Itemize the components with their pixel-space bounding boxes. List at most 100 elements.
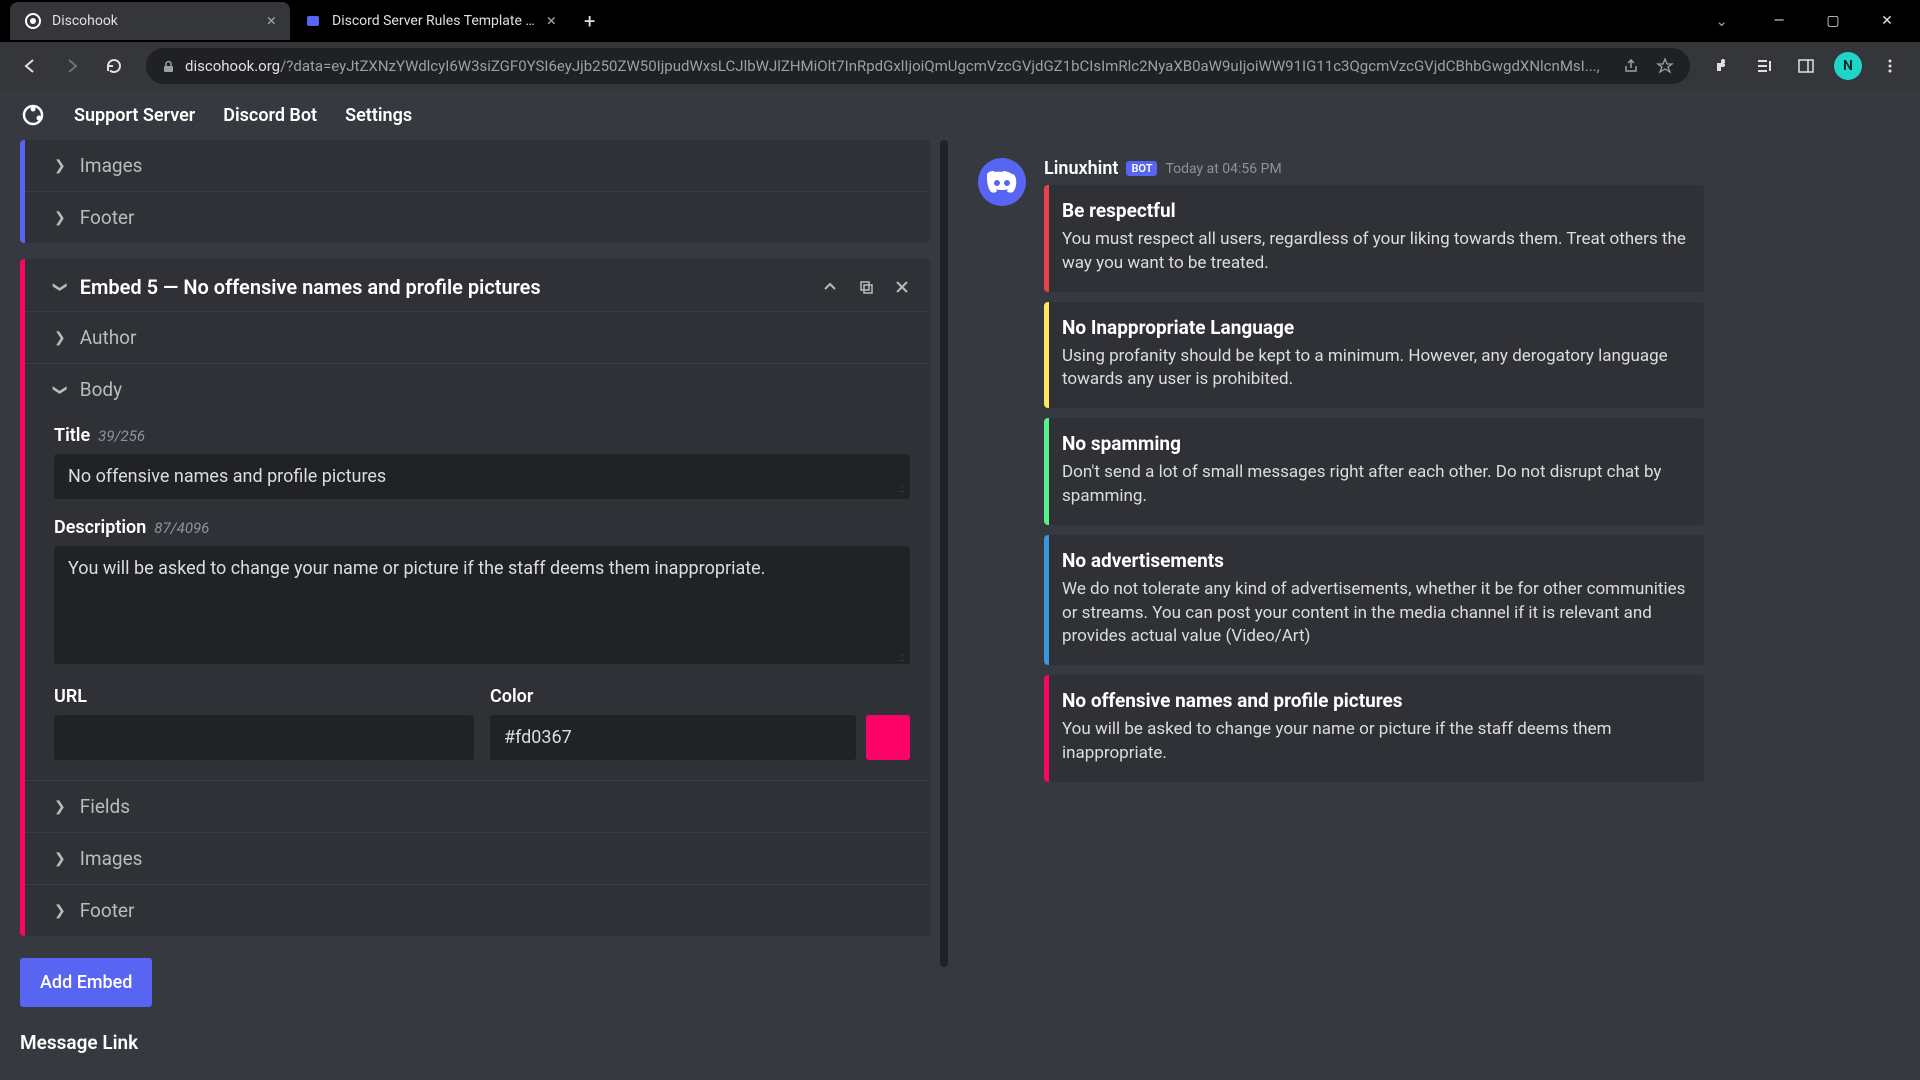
share-icon[interactable]	[1622, 57, 1640, 75]
close-icon[interactable]: ×	[547, 11, 556, 31]
bot-badge: BOT	[1126, 161, 1157, 176]
preview-embed: No Inappropriate Language Using profanit…	[1044, 302, 1704, 409]
chevron-right-icon: ❯	[54, 330, 66, 346]
extensions-icon[interactable]	[1704, 48, 1740, 84]
chevron-right-icon: ❯	[54, 799, 66, 815]
preview-message: Linuxhint BOT Today at 04:56 PM Be respe…	[978, 158, 1892, 792]
embed-desc: You must respect all users, regardless o…	[1062, 228, 1686, 276]
section-author[interactable]: ❯ Author	[20, 311, 930, 364]
maximize-button[interactable]: ▢	[1810, 4, 1856, 38]
section-images[interactable]: ❯ Images	[20, 140, 930, 192]
preview-embed: No advertisements We do not tolerate any…	[1044, 535, 1704, 665]
tab-title: Discord Server Rules Template | D	[332, 13, 537, 29]
collapse-icon[interactable]	[822, 279, 838, 295]
message-link-label: Message Link	[20, 1031, 930, 1054]
url-label: URL	[54, 686, 87, 707]
embed-block-prev: ❯ Images ❯ Footer	[20, 140, 930, 243]
chevron-right-icon: ❯	[54, 851, 66, 867]
lock-icon	[162, 60, 175, 73]
embed-desc: Don't send a lot of small messages right…	[1062, 461, 1686, 509]
url-text: discohook.org/?data=eyJtZXNzYWdlcyI6W3si…	[185, 57, 1612, 75]
title-count: 39/256	[98, 427, 145, 445]
color-swatch[interactable]	[866, 715, 910, 760]
embed-title: No Inappropriate Language	[1062, 316, 1686, 339]
color-input[interactable]	[490, 715, 856, 760]
discohook-logo-icon[interactable]	[20, 102, 46, 128]
description-count: 87/4096	[154, 519, 209, 537]
chevron-right-icon: ❯	[54, 158, 66, 174]
preview-header: Linuxhint BOT Today at 04:56 PM	[1044, 158, 1892, 179]
url-color-row: URL Color	[54, 686, 910, 760]
browser-tab[interactable]: Discord Server Rules Template | D ×	[290, 2, 570, 40]
color-label: Color	[490, 686, 533, 707]
preview-panel: Linuxhint BOT Today at 04:56 PM Be respe…	[950, 140, 1920, 1080]
body-toggle[interactable]: ❯ Body	[54, 364, 910, 415]
reading-list-icon[interactable]	[1746, 48, 1782, 84]
side-panel-icon[interactable]	[1788, 48, 1824, 84]
embed-desc: You will be asked to change your name or…	[1062, 718, 1686, 766]
app-header: Support Server Discord Bot Settings	[0, 90, 1920, 140]
embed-desc: We do not tolerate any kind of advertise…	[1062, 578, 1686, 649]
embed-header-title: Embed 5 — No offensive names and profile…	[80, 275, 822, 299]
menu-icon[interactable]	[1872, 48, 1908, 84]
embed-block-5: ❯ Embed 5 — No offensive names and profi…	[20, 259, 930, 936]
nav-support-server[interactable]: Support Server	[74, 105, 195, 126]
tab-title: Discohook	[52, 13, 257, 29]
embed-header-actions	[822, 279, 910, 295]
chevron-down-icon[interactable]: ❯	[52, 281, 68, 293]
preview-embed: No spamming Don't send a lot of small me…	[1044, 418, 1704, 525]
add-embed-button[interactable]: Add Embed	[20, 958, 152, 1007]
window-controls: ⌄ — ▢ ✕	[1715, 4, 1920, 38]
close-window-button[interactable]: ✕	[1864, 4, 1910, 38]
title-input[interactable]	[54, 454, 910, 499]
description-input[interactable]	[54, 546, 910, 664]
embed-header: ❯ Embed 5 — No offensive names and profi…	[20, 259, 930, 311]
chevron-right-icon: ❯	[54, 210, 66, 226]
embed-desc: Using profanity should be kept to a mini…	[1062, 345, 1686, 393]
browser-tab-active[interactable]: Discohook ×	[10, 2, 290, 40]
address-bar-row: discohook.org/?data=eyJtZXNzYWdlcyI6W3si…	[0, 42, 1920, 90]
description-label: Description	[54, 517, 146, 538]
embed-title: Be respectful	[1062, 199, 1686, 222]
new-tab-button[interactable]: +	[570, 9, 609, 33]
discord-favicon-icon	[304, 12, 322, 30]
minimize-button[interactable]: —	[1756, 4, 1802, 38]
back-button[interactable]	[12, 48, 48, 84]
section-footer[interactable]: ❯ Footer	[20, 192, 930, 243]
embed-title: No offensive names and profile pictures	[1062, 689, 1686, 712]
chevron-down-icon[interactable]: ⌄	[1715, 12, 1728, 30]
address-bar[interactable]: discohook.org/?data=eyJtZXNzYWdlcyI6W3si…	[146, 48, 1690, 84]
body-section: ❯ Body Title 39/256 .: Description	[20, 364, 930, 780]
editor-panel: ❯ Images ❯ Footer ❯ Embed 5 — No offensi…	[0, 140, 950, 1080]
section-footer[interactable]: ❯ Footer	[20, 885, 930, 936]
main-content: ❯ Images ❯ Footer ❯ Embed 5 — No offensi…	[0, 140, 1920, 1080]
chevron-down-icon: ❯	[52, 384, 68, 396]
nav-settings[interactable]: Settings	[345, 105, 412, 126]
scrollbar[interactable]	[940, 140, 948, 967]
star-icon[interactable]	[1656, 57, 1674, 75]
preview-embed: No offensive names and profile pictures …	[1044, 675, 1704, 782]
chevron-right-icon: ❯	[54, 903, 66, 919]
close-icon[interactable]: ×	[267, 11, 276, 31]
nav-discord-bot[interactable]: Discord Bot	[223, 105, 317, 126]
discohook-favicon-icon	[24, 12, 42, 30]
embed-title: No advertisements	[1062, 549, 1686, 572]
delete-icon[interactable]	[894, 279, 910, 295]
embed-title: No spamming	[1062, 432, 1686, 455]
title-field-group: Title 39/256 .:	[54, 425, 910, 499]
preview-username: Linuxhint	[1044, 158, 1118, 179]
description-field-group: Description 87/4096 .:	[54, 517, 910, 668]
duplicate-icon[interactable]	[858, 279, 874, 295]
title-label: Title	[54, 425, 90, 446]
browser-chrome: Discohook × Discord Server Rules Templat…	[0, 0, 1920, 90]
discord-avatar-icon	[978, 158, 1026, 206]
section-fields[interactable]: ❯ Fields	[20, 780, 930, 833]
url-input[interactable]	[54, 715, 474, 760]
forward-button[interactable]	[54, 48, 90, 84]
preview-content: Linuxhint BOT Today at 04:56 PM Be respe…	[1044, 158, 1892, 792]
preview-embed: Be respectful You must respect all users…	[1044, 185, 1704, 292]
reload-button[interactable]	[96, 48, 132, 84]
profile-avatar[interactable]: N	[1830, 48, 1866, 84]
tab-bar: Discohook × Discord Server Rules Templat…	[0, 0, 1920, 42]
section-images[interactable]: ❯ Images	[20, 833, 930, 885]
